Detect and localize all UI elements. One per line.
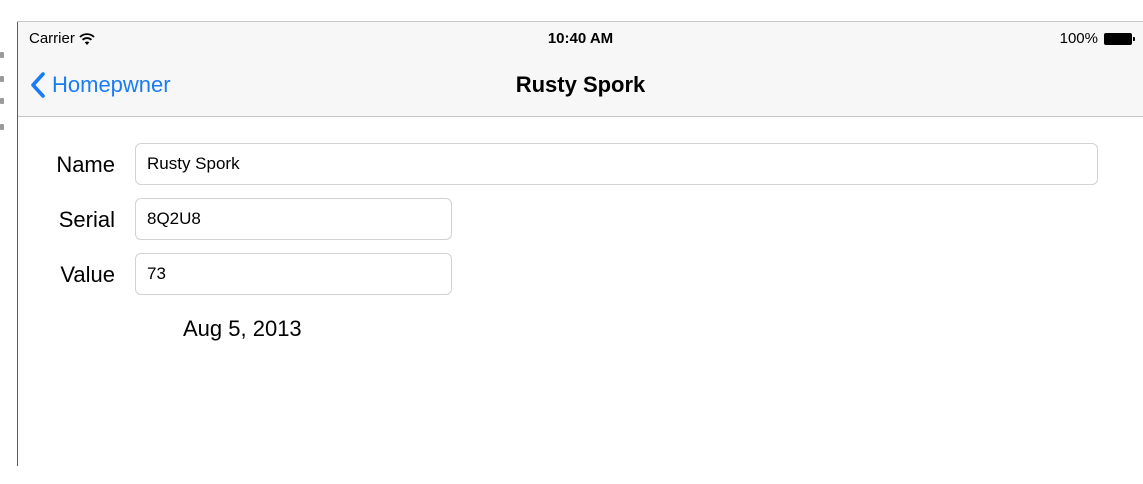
- simulator-screen: Carrier 10:40 AM 100% Homepwner Rusty Sp…: [18, 22, 1143, 484]
- status-bar: Carrier 10:40 AM 100%: [18, 22, 1143, 54]
- value-label: Value: [60, 262, 115, 287]
- value-field[interactable]: [135, 253, 452, 295]
- serial-field[interactable]: [135, 198, 452, 240]
- serial-row: Serial: [18, 198, 1143, 242]
- page: Carrier 10:40 AM 100% Homepwner Rusty Sp…: [0, 0, 1143, 484]
- battery-indicator: 100%: [1060, 30, 1135, 47]
- top-chrome: Carrier 10:40 AM 100% Homepwner Rusty Sp…: [18, 22, 1143, 117]
- date-created-label: Aug 5, 2013: [183, 316, 302, 341]
- battery-icon: [1104, 32, 1135, 45]
- status-time: 10:40 AM: [547, 30, 614, 47]
- name-label: Name: [56, 152, 115, 177]
- navigation-bar: Homepwner Rusty Spork: [18, 54, 1143, 116]
- serial-label: Serial: [58, 207, 115, 232]
- name-field[interactable]: [135, 143, 1098, 185]
- battery-percent: 100%: [1059, 30, 1098, 47]
- desktop-background: [0, 0, 1143, 22]
- page-title: Rusty Spork: [515, 72, 646, 97]
- value-row: Value: [18, 253, 1143, 297]
- name-row: Name: [18, 143, 1143, 187]
- background-window-fragment: [0, 52, 6, 142]
